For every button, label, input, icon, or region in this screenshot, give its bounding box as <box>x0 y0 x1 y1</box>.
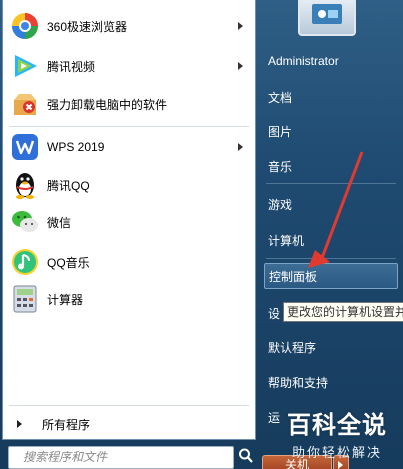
program-label: QQ音乐 <box>47 255 90 270</box>
all-programs-label: 所有程序 <box>42 417 91 432</box>
user-name-item[interactable]: Administrator <box>264 48 398 74</box>
watermark-title: 百科全说 <box>287 412 387 439</box>
program-qq[interactable]: 腾讯QQ <box>3 167 255 203</box>
submenu-arrow-icon[interactable] <box>238 143 243 151</box>
program-label: 微信 <box>47 215 72 230</box>
submenu-arrow-icon[interactable] <box>238 62 243 70</box>
program-label: 计算器 <box>47 292 84 307</box>
tooltip: 更改您的计算机设置并 <box>283 302 403 322</box>
watermark-subtitle: 助你轻松解决 <box>291 445 382 460</box>
qq-music-icon <box>9 246 41 278</box>
program-tencent-video[interactable]: 腾讯视频 <box>3 48 255 84</box>
wechat-icon <box>9 206 41 238</box>
expand-arrow-icon <box>17 420 22 428</box>
program-label: WPS 2019 <box>47 140 105 154</box>
360-browser-icon <box>9 10 41 42</box>
default-programs-item[interactable]: 默认程序 <box>264 334 398 360</box>
documents-item[interactable]: 文档 <box>264 84 398 110</box>
program-360-browser[interactable]: 360极速浏览器 <box>3 8 255 44</box>
pictures-item[interactable]: 图片 <box>264 118 398 144</box>
program-label: 腾讯QQ <box>47 178 90 193</box>
qq-penguin-icon <box>9 169 41 201</box>
watermark-logo: 百科全说 助你轻松解决 <box>277 405 397 463</box>
search-icon[interactable] <box>238 446 254 466</box>
start-menu: 360极速浏览器 腾讯视频 强力卸载电脑中的软件 WPS 2019 腾讯QQ 微… <box>0 0 403 469</box>
tencent-video-icon <box>9 50 41 82</box>
help-support-item[interactable]: 帮助和支持 <box>264 369 398 395</box>
programs-pane: 360极速浏览器 腾讯视频 强力卸载电脑中的软件 WPS 2019 腾讯QQ 微… <box>2 0 256 440</box>
search-input[interactable]: 搜索程序和文件 <box>8 446 234 469</box>
program-wechat[interactable]: 微信 <box>3 204 255 240</box>
program-wps[interactable]: WPS 2019 <box>3 129 255 165</box>
wps-icon <box>9 131 41 163</box>
all-programs-button[interactable]: 所有程序 <box>3 410 255 438</box>
program-qq-music[interactable]: QQ音乐 <box>3 244 255 280</box>
program-calculator[interactable]: 计算器 <box>3 281 255 317</box>
calculator-icon <box>9 283 41 315</box>
red-arrow-annotation <box>308 151 364 268</box>
user-avatar[interactable] <box>298 0 356 36</box>
separator <box>9 405 249 406</box>
separator <box>9 126 249 127</box>
submenu-arrow-icon[interactable] <box>238 22 243 30</box>
uninstall-box-icon <box>9 88 41 120</box>
program-label: 腾讯视频 <box>47 59 96 74</box>
program-label: 360极速浏览器 <box>47 19 128 34</box>
program-label: 强力卸载电脑中的软件 <box>47 97 168 112</box>
program-uninstaller[interactable]: 强力卸载电脑中的软件 <box>3 86 255 122</box>
